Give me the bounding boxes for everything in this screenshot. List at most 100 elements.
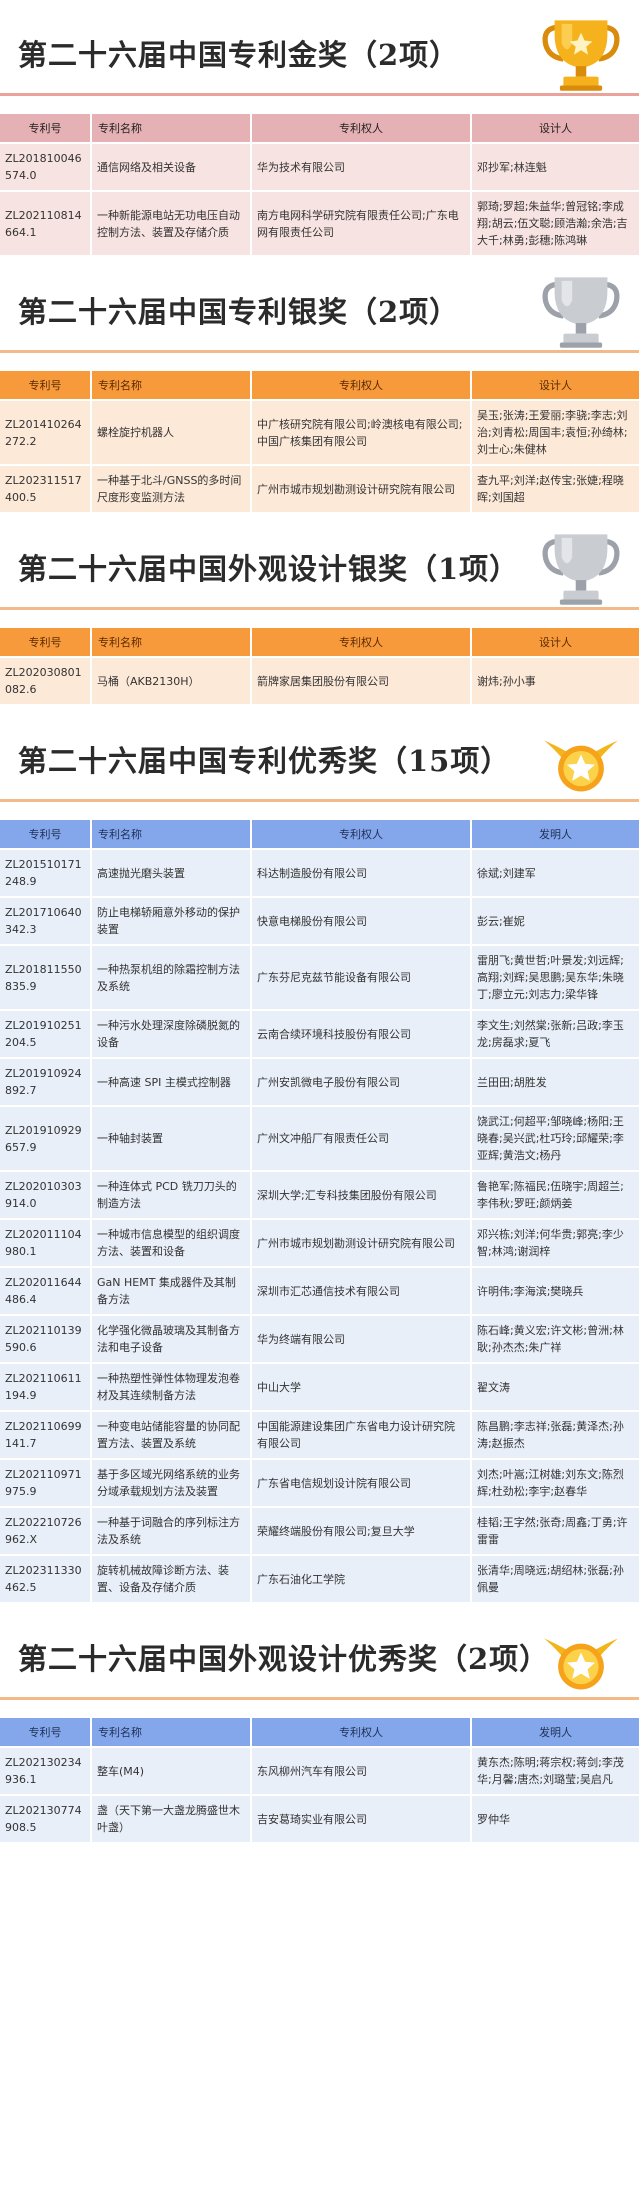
patentee: 荣耀终端股份有限公司;复旦大学 <box>252 1508 472 1556</box>
inventor: 徐斌;刘建军 <box>472 850 639 898</box>
patentee: 广州安凯微电子股份有限公司 <box>252 1059 472 1107</box>
patent-name: 螺栓旋拧机器人 <box>92 401 252 466</box>
patentee: 中山大学 <box>252 1364 472 1412</box>
inventor: 彭云;崔妮 <box>472 898 639 946</box>
inventor: 翟文涛 <box>472 1364 639 1412</box>
patent-number: ZL202110699141.7 <box>0 1412 92 1460</box>
section-divider <box>0 93 639 96</box>
column-header: 专利名称 <box>92 820 252 850</box>
patentee: 吉安葛琦实业有限公司 <box>252 1796 472 1844</box>
patentee: 广东芬尼克兹节能设备有限公司 <box>252 946 472 1011</box>
patent-name: GaN HEMT 集成器件及其制备方法 <box>92 1268 252 1316</box>
gold-trophy-icon <box>542 20 620 91</box>
table-row: ZL202130774908.5 盏（天下第一大盏龙腾盛世木叶盏） 吉安葛琦实业有限… <box>0 1796 639 1844</box>
table-row: ZL201811550835.9 一种热泵机组的除霜控制方法及系统 广东芬尼克兹节能… <box>0 946 639 1011</box>
inventor: 谢炜;孙小事 <box>472 658 639 706</box>
patent-name: 高速抛光磨头装置 <box>92 850 252 898</box>
column-header: 设计人 <box>472 114 639 144</box>
patent-number: ZL202110611194.9 <box>0 1364 92 1412</box>
table-header-row: 专利号 专利名称 专利权人 设计人 <box>0 114 639 144</box>
table-row: ZL201910924892.7 一种高速 SPI 主模式控制器 广州安凯微电子股份… <box>0 1059 639 1107</box>
column-header: 专利名称 <box>92 628 252 658</box>
patent-name: 马桶（AKB2130H） <box>92 658 252 706</box>
patent-number: ZL202011644486.4 <box>0 1268 92 1316</box>
inventor: 鲁艳军;陈福民;伍晓宇;周超兰;李伟秋;罗旺;颜炳姜 <box>472 1172 639 1220</box>
table-row: ZL202110814664.1 一种新能源电站无功电压自动控制方法、装置及存储介… <box>0 192 639 257</box>
patent-name: 一种轴封装置 <box>92 1107 252 1172</box>
star-medal-icon <box>544 740 618 792</box>
patentee: 华为技术有限公司 <box>252 144 472 192</box>
patent-number: ZL201710640342.3 <box>0 898 92 946</box>
section-divider <box>0 350 639 353</box>
patentee: 箭牌家居集团股份有限公司 <box>252 658 472 706</box>
table-header-row: 专利号 专利名称 专利权人 设计人 <box>0 371 639 401</box>
section-title: 第二十六届中国专利银奖（2项） <box>18 295 460 329</box>
column-header: 专利名称 <box>92 371 252 401</box>
patentee: 中国能源建设集团广东省电力设计研究院有限公司 <box>252 1412 472 1460</box>
table-row: ZL201510171248.9 高速抛光磨头装置 科达制造股份有限公司 徐斌;刘建军 <box>0 850 639 898</box>
inventor: 陈石峰;黄义宏;许文彬;曾洲;林耿;孙杰杰;朱广祥 <box>472 1316 639 1364</box>
column-header: 设计人 <box>472 371 639 401</box>
patent-name: 一种连体式 PCD 铣刀刀头的制造方法 <box>92 1172 252 1220</box>
section-header: 第二十六届中国专利优秀奖（15项） <box>0 706 639 802</box>
inventor: 李文生;刘然棠;张新;吕政;李玉龙;房磊求;夏飞 <box>472 1011 639 1059</box>
award-table: 专利号 专利名称 专利权人 发明人 ZL201510171248.9 高速抛光磨头装置 科达… <box>0 820 639 1604</box>
table-row: ZL202130234936.1 整车(M4) 东风柳州汽车有限公司 黄东杰;陈明;蒋… <box>0 1748 639 1796</box>
patentee: 广东石油化工学院 <box>252 1556 472 1604</box>
column-header: 专利号 <box>0 1718 92 1748</box>
patent-name: 旋转机械故障诊断方法、装置、设备及存储介质 <box>92 1556 252 1604</box>
inventor: 张清华;周晓远;胡绍林;张磊;孙佩曼 <box>472 1556 639 1604</box>
patent-number: ZL202110814664.1 <box>0 192 92 257</box>
column-header: 专利权人 <box>252 820 472 850</box>
table-row: ZL202010303914.0 一种连体式 PCD 铣刀刀头的制造方法 深圳大学;… <box>0 1172 639 1220</box>
section-header: 第二十六届中国专利金奖（2项） <box>0 0 639 96</box>
patent-name: 一种高速 SPI 主模式控制器 <box>92 1059 252 1107</box>
patent-number: ZL202011104980.1 <box>0 1220 92 1268</box>
spacer <box>0 610 639 628</box>
silver-trophy-icon <box>542 534 620 605</box>
inventor: 桂韬;王字然;张奇;周鑫;丁勇;许雷雷 <box>472 1508 639 1556</box>
column-header: 发明人 <box>472 820 639 850</box>
patent-name: 一种城市信息模型的组织调度方法、装置和设备 <box>92 1220 252 1268</box>
spacer <box>0 1700 639 1718</box>
table-row: ZL202011104980.1 一种城市信息模型的组织调度方法、装置和设备 广州市… <box>0 1220 639 1268</box>
patent-number: ZL202010303914.0 <box>0 1172 92 1220</box>
patentee: 中广核研究院有限公司;岭澳核电有限公司;中国广核集团有限公司 <box>252 401 472 466</box>
inventor: 许明伟;李海滨;樊晓兵 <box>472 1268 639 1316</box>
section-divider <box>0 799 639 802</box>
table-row: ZL201810046574.0 通信网络及相关设备 华为技术有限公司 邓抄军;林连魁 <box>0 144 639 192</box>
inventor: 郭琦;罗超;朱益华;曾冠铭;李成翔;胡云;伍文聪;顾浩瀚;余浩;吉大千;林勇;彭… <box>472 192 639 257</box>
patent-number: ZL202130774908.5 <box>0 1796 92 1844</box>
patent-number: ZL201910929657.9 <box>0 1107 92 1172</box>
table-row: ZL202210726962.X 一种基于词融合的序列标注方法及系统 荣耀终端股份有… <box>0 1508 639 1556</box>
table-row: ZL201910251204.5 一种污水处理深度除磷脱氮的设备 云南合续环境科技股… <box>0 1011 639 1059</box>
column-header: 专利权人 <box>252 628 472 658</box>
column-header: 专利权人 <box>252 371 472 401</box>
award-table: 专利号 专利名称 专利权人 发明人 ZL202130234936.1 整车(M4) 东风柳州… <box>0 1718 639 1844</box>
table-row: ZL201710640342.3 防止电梯轿厢意外移动的保护装置 快意电梯股份有限公… <box>0 898 639 946</box>
patent-name: 一种热泵机组的除霜控制方法及系统 <box>92 946 252 1011</box>
column-header: 发明人 <box>472 1718 639 1748</box>
patent-number: ZL202311330462.5 <box>0 1556 92 1604</box>
section-header: 第二十六届中国专利银奖（2项） <box>0 257 639 353</box>
table-header-row: 专利号 专利名称 专利权人 发明人 <box>0 820 639 850</box>
award-section-silver: 第二十六届中国外观设计银奖（1项） 专利号 专利名称 专利权人 设计人 ZL2020308… <box>0 514 639 706</box>
patentee: 广州市城市规划勘测设计研究院有限公司 <box>252 1220 472 1268</box>
patent-number: ZL201510171248.9 <box>0 850 92 898</box>
award-list-page: 第二十六届中国专利金奖（2项） 专利号 专利名称 专利权人 设计人 ZL201810046… <box>0 0 639 1844</box>
silver-trophy-icon <box>542 277 620 348</box>
table-row: ZL202311330462.5 旋转机械故障诊断方法、装置、设备及存储介质 广东石… <box>0 1556 639 1604</box>
table-row: ZL202110699141.7 一种变电站储能容量的协同配置方法、装置及系统 中国… <box>0 1412 639 1460</box>
column-header: 专利号 <box>0 114 92 144</box>
table-row: ZL202110971975.9 基于多区域光网络系统的业务分域承载规划方法及装置… <box>0 1460 639 1508</box>
table-row: ZL202110611194.9 一种热塑性弹性体物理发泡卷材及其连续制备方法 中山… <box>0 1364 639 1412</box>
inventor: 吴玉;张涛;王爱丽;李骁;李志;刘治;刘青松;周国丰;袁恒;孙绮林;刘士心;朱健… <box>472 401 639 466</box>
section-header: 第二十六届中国外观设计银奖（1项） <box>0 514 639 610</box>
patent-number: ZL202311517400.5 <box>0 466 92 514</box>
patent-name: 防止电梯轿厢意外移动的保护装置 <box>92 898 252 946</box>
award-table: 专利号 专利名称 专利权人 设计人 ZL201410264272.2 螺栓旋拧机器人 中广核… <box>0 371 639 514</box>
patent-name: 盏（天下第一大盏龙腾盛世木叶盏） <box>92 1796 252 1844</box>
award-section-excellent: 第二十六届中国外观设计优秀奖（2项） 专利号 专利名称 专利权人 发明人 ZL202130… <box>0 1604 639 1844</box>
patent-number: ZL201811550835.9 <box>0 946 92 1011</box>
spacer <box>0 353 639 371</box>
